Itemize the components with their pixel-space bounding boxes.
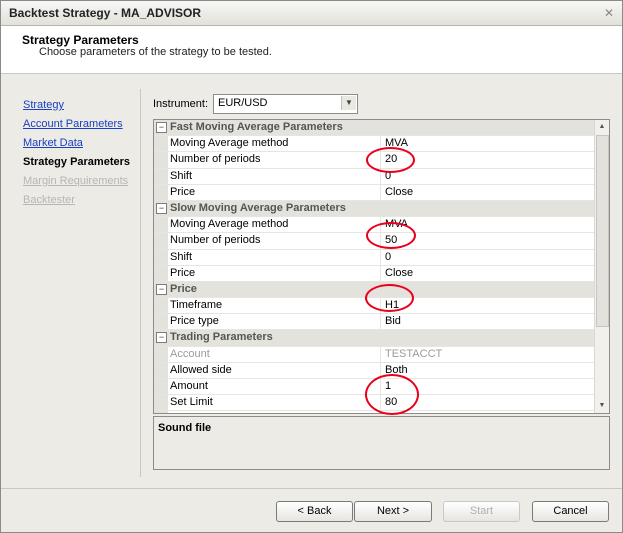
property-label: Amount [170,380,208,392]
row-gutter [154,233,168,249]
highlight-circle [365,374,419,415]
nav-item: Strategy Parameters [23,156,131,168]
row-gutter [154,411,168,413]
category-row[interactable]: − Trading Parameters [154,330,594,347]
scroll-up-icon[interactable]: ▲ [595,120,609,134]
nav-item: Margin Requirements [23,175,129,187]
backtest-window: Backtest Strategy - MA_ADVISOR ✕ Strateg… [0,0,623,533]
row-gutter [154,379,168,395]
row-gutter [154,152,168,168]
property-label: Price [170,282,197,295]
nav-item[interactable]: Strategy [23,96,130,115]
property-value[interactable]: Close [385,267,413,279]
page-subtitle: Choose parameters of the strategy to be … [39,46,272,58]
chevron-down-icon[interactable]: ▼ [341,96,356,110]
category-row[interactable]: − Fast Moving Average Parameters [154,120,594,137]
title-bar: Backtest Strategy - MA_ADVISOR ✕ [1,1,622,26]
category-row[interactable]: − Slow Moving Average Parameters [154,200,594,218]
instrument-label: Instrument: [153,98,209,110]
description-panel: Sound file [153,416,610,470]
property-value: TESTACCT [385,347,443,360]
wizard-header: Strategy Parameters Choose parameters of… [1,26,622,74]
scroll-down-icon[interactable]: ▼ [595,399,609,413]
row-gutter [154,217,168,233]
property-label: Price [170,266,196,279]
row-gutter [154,265,168,281]
row-gutter [154,136,168,152]
property-label: Price [170,185,196,198]
property-row[interactable]: Price type Bid [154,314,594,331]
property-label: Moving Average method [170,137,289,150]
row-gutter [154,314,168,330]
row-gutter [154,168,168,184]
collapse-icon[interactable]: − [156,202,167,214]
collapse-icon[interactable]: − [156,332,167,344]
property-label: Account [170,347,210,360]
row-gutter [154,249,168,265]
description-title: Sound file [158,422,212,434]
property-label: Number of periods [170,153,261,166]
row-gutter [154,346,168,362]
property-label: Fast Moving Average Parameters [170,121,343,133]
property-label: Slow Moving Average Parameters [170,201,346,214]
property-row[interactable]: Price Close [154,265,594,282]
highlight-circle [366,222,416,249]
nav-item[interactable]: Market Data [23,134,130,153]
nav-item: Backtester [23,194,75,206]
row-gutter [154,362,168,378]
instrument-select[interactable]: EUR/USD ▼ [213,94,358,114]
back-button[interactable]: < Back [276,501,353,522]
property-label: Allowed side [170,363,232,376]
row-gutter [154,298,168,314]
start-button[interactable]: Start [443,501,520,522]
property-label: Number of periods [170,234,261,247]
property-label: Set Stop [170,412,212,413]
close-icon[interactable]: ✕ [602,6,616,20]
window-title: Backtest Strategy - MA_ADVISOR [9,6,202,20]
property-label: Set Limit [170,396,213,409]
wizard-nav: Strategy Account Parameters Market Data Str… [23,96,130,210]
nav-divider [140,89,141,477]
property-label: Moving Average method [170,218,289,231]
grid-scrollbar[interactable]: ▲ ▼ [594,120,609,413]
cancel-button[interactable]: Cancel [532,501,609,522]
next-button[interactable]: Next > [354,501,432,522]
page-title: Strategy Parameters [22,33,139,47]
property-row[interactable]: Set Stop40 [154,411,594,413]
property-row[interactable]: Shift 0 [154,168,594,185]
property-row[interactable]: Shift 0 [154,249,594,266]
instrument-value: EUR/USD [218,97,268,109]
property-label: Trading Parameters [170,331,273,344]
property-value[interactable]: 0 [385,251,391,263]
row-gutter [154,395,168,411]
footer-divider [1,488,622,489]
property-label: Shift [170,169,193,182]
highlight-circle [365,284,414,312]
property-row[interactable]: Allowed side Both [154,362,594,379]
property-row[interactable]: Price Close [154,184,594,201]
scroll-thumb[interactable] [596,135,609,327]
collapse-icon[interactable]: − [156,283,167,295]
highlight-circle [366,147,415,173]
property-label: Shift [170,250,193,263]
property-label: Timeframe [170,299,223,312]
property-row[interactable]: Account TESTACCT [154,346,594,363]
property-value[interactable]: Close [385,186,413,198]
property-label: Price type [170,315,219,328]
property-value[interactable]: Bid [385,315,401,327]
row-gutter [154,184,168,200]
collapse-icon[interactable]: − [156,122,167,133]
nav-item[interactable]: Account Parameters [23,115,130,134]
